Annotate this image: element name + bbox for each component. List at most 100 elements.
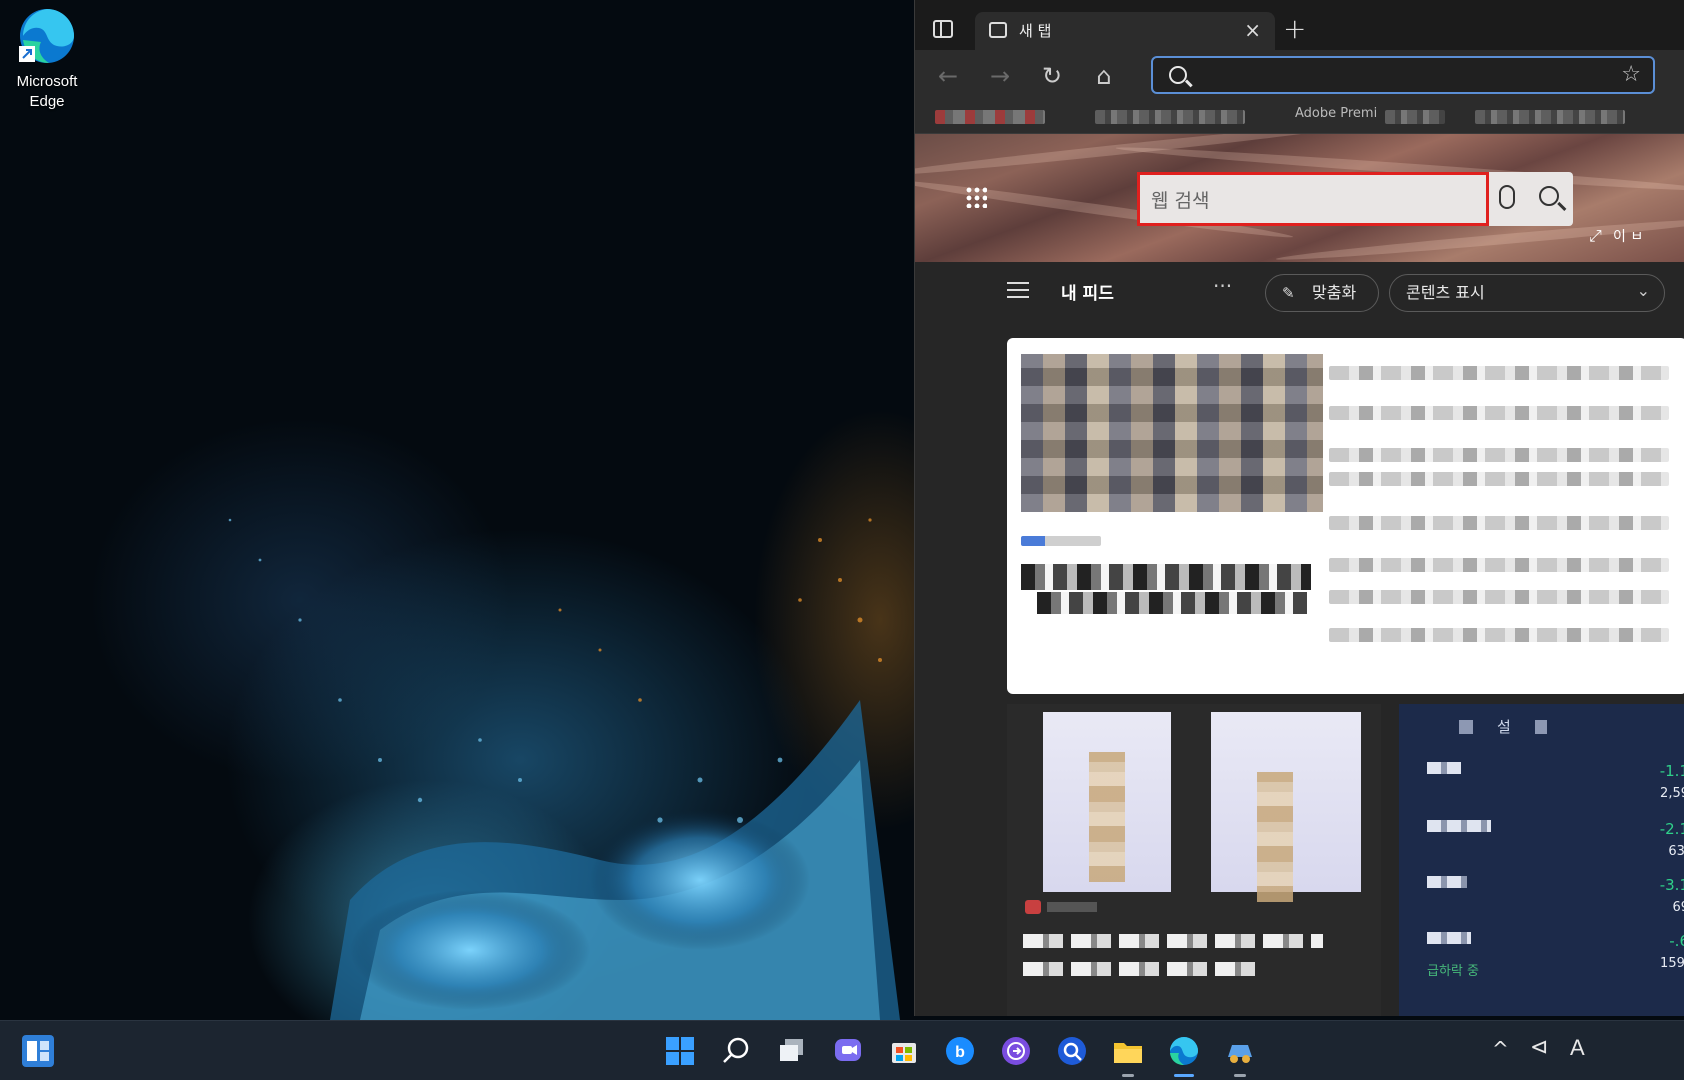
app-button[interactable] bbox=[996, 1031, 1036, 1071]
start-icon bbox=[666, 1037, 694, 1065]
tab-new-tab[interactable]: 새 탭 × bbox=[975, 12, 1275, 50]
news-source bbox=[1047, 902, 1097, 912]
content-display-label: 콘텐츠 표시 bbox=[1406, 283, 1485, 302]
forward-button[interactable]: → bbox=[985, 62, 1015, 90]
chat-button[interactable] bbox=[828, 1031, 868, 1071]
desktop-icon-edge[interactable]: Microsoft Edge bbox=[10, 6, 84, 112]
bookmark-item-adobe[interactable]: Adobe Premi bbox=[1295, 106, 1377, 121]
task-view-icon bbox=[780, 1039, 803, 1061]
news-photo bbox=[1211, 712, 1361, 902]
ticker-name bbox=[1427, 820, 1491, 832]
news-text-line bbox=[1329, 406, 1669, 420]
news-headline bbox=[1023, 962, 1263, 976]
news-feed: 설 -1.1 2,59 -2.1 63, -3.1 69 -.6 급하락 중 bbox=[915, 326, 1684, 1016]
home-button[interactable]: ⌂ bbox=[1089, 62, 1119, 90]
market-change: -3.1 bbox=[1659, 876, 1684, 894]
star-plus-icon[interactable]: ☆ bbox=[1621, 62, 1641, 87]
tab-bar: 새 탭 × + bbox=[915, 0, 1684, 50]
bing-icon: b bbox=[946, 1037, 974, 1065]
bing-button[interactable]: b bbox=[940, 1031, 980, 1071]
news-photo bbox=[1043, 712, 1171, 892]
new-tab-button[interactable]: + bbox=[1283, 12, 1306, 45]
app-launcher-icon[interactable] bbox=[965, 186, 987, 208]
edge-taskbar-button[interactable] bbox=[1164, 1031, 1204, 1077]
feed-title[interactable]: 내 피드 bbox=[1061, 279, 1114, 304]
search-icon[interactable] bbox=[1539, 186, 1559, 206]
search-icon bbox=[1169, 66, 1187, 84]
store-icon bbox=[892, 1043, 916, 1063]
favorites-bar: Adobe Premi bbox=[915, 100, 1684, 134]
address-input[interactable] bbox=[1201, 64, 1581, 88]
app-icon bbox=[1002, 1037, 1030, 1065]
pencil-icon: ✎ bbox=[1282, 284, 1295, 302]
start-button[interactable] bbox=[660, 1031, 700, 1071]
news-headline bbox=[1037, 592, 1307, 614]
web-search-placeholder: 웹 검색 bbox=[1151, 190, 1210, 212]
search-button[interactable] bbox=[716, 1031, 756, 1071]
market-row[interactable]: -1.1 2,59 bbox=[1427, 762, 1684, 816]
market-value: 63, bbox=[1668, 844, 1684, 859]
menu-icon[interactable] bbox=[1007, 282, 1029, 298]
file-explorer-button[interactable] bbox=[1108, 1031, 1148, 1077]
task-view-button[interactable] bbox=[772, 1031, 812, 1071]
ticker-name bbox=[1427, 932, 1471, 944]
news-headline bbox=[1021, 564, 1311, 590]
wallpaper-splash bbox=[228, 518, 900, 1020]
market-change: -1.1 bbox=[1659, 762, 1684, 780]
market-value: 2,59 bbox=[1660, 786, 1684, 801]
news-source bbox=[1021, 536, 1101, 546]
svg-text:b: b bbox=[955, 1044, 965, 1061]
show-hidden-icons-button[interactable]: ^ bbox=[1492, 1037, 1509, 1061]
personalize-button[interactable]: ✎ 맞춤화 bbox=[1265, 274, 1379, 312]
new-tab-page-icon bbox=[989, 22, 1007, 38]
file-explorer-icon bbox=[1114, 1043, 1142, 1063]
news-thumbnail bbox=[1021, 354, 1323, 512]
app-button-2[interactable] bbox=[1220, 1031, 1260, 1077]
chat-icon bbox=[835, 1039, 861, 1061]
widgets-icon[interactable] bbox=[22, 1035, 54, 1067]
bookmark-item[interactable] bbox=[1385, 110, 1445, 124]
search-app-button[interactable] bbox=[1052, 1031, 1092, 1071]
web-search-box[interactable]: 웹 검색 bbox=[1137, 172, 1573, 226]
market-row[interactable]: -2.1 63, bbox=[1427, 820, 1684, 874]
market-card[interactable]: 설 -1.1 2,59 -2.1 63, -3.1 69 -.6 급하락 중 bbox=[1399, 704, 1684, 1016]
search-icon bbox=[723, 1037, 749, 1063]
bookmark-item[interactable] bbox=[1475, 110, 1625, 124]
market-row[interactable]: -3.1 69 bbox=[1427, 876, 1684, 930]
refresh-button[interactable]: ↻ bbox=[1037, 62, 1067, 90]
market-change: -2.1 bbox=[1659, 820, 1684, 838]
taskbar: b ^ ⊲ A bbox=[0, 1020, 1684, 1080]
close-tab-icon[interactable]: × bbox=[1244, 18, 1261, 42]
content-display-dropdown[interactable]: 콘텐츠 표시 ⌄ bbox=[1389, 274, 1665, 312]
store-button[interactable] bbox=[884, 1031, 924, 1071]
news-source-icon bbox=[1025, 900, 1041, 914]
ticker-name bbox=[1427, 762, 1461, 774]
expand-label[interactable]: 이 ㅂ bbox=[1613, 226, 1643, 246]
bookmark-item[interactable] bbox=[935, 110, 1045, 124]
ticker-name bbox=[1427, 876, 1467, 888]
browser-toolbar: ← → ↻ ⌂ ☆ bbox=[915, 50, 1684, 100]
app-icon-2 bbox=[1228, 1045, 1252, 1063]
market-value: 159, bbox=[1660, 956, 1684, 971]
market-status: 급하락 중 bbox=[1427, 964, 1479, 979]
market-row[interactable]: -.6 급하락 중 159, bbox=[1427, 932, 1684, 986]
market-header-mark bbox=[1459, 720, 1473, 734]
market-card-title: 설 bbox=[1497, 718, 1511, 736]
bookmark-item[interactable] bbox=[1095, 110, 1245, 124]
address-bar[interactable]: ☆ bbox=[1151, 56, 1655, 94]
ntp-background-image: 웹 검색 ⤢ 이 ㅂ bbox=[915, 134, 1684, 262]
more-options-button[interactable]: ··· bbox=[1213, 274, 1232, 298]
search-app-icon bbox=[1058, 1037, 1086, 1065]
news-text-line bbox=[1329, 558, 1669, 572]
news-card-featured[interactable] bbox=[1007, 338, 1684, 694]
input-language-indicator[interactable]: A bbox=[1570, 1035, 1585, 1061]
news-text-line bbox=[1329, 366, 1669, 380]
edge-browser-window: 새 탭 × + ← → ↻ ⌂ ☆ Adobe Premi 웹 검색 ⤢ 이 ㅂ… bbox=[914, 0, 1684, 1016]
news-card-secondary[interactable] bbox=[1007, 704, 1381, 1016]
microphone-icon[interactable] bbox=[1499, 185, 1515, 209]
expand-icon[interactable]: ⤢ bbox=[1589, 226, 1602, 246]
running-indicator bbox=[1122, 1074, 1134, 1077]
back-button[interactable]: ← bbox=[933, 62, 963, 90]
tab-actions-icon[interactable] bbox=[933, 20, 953, 38]
location-icon[interactable]: ⊲ bbox=[1530, 1035, 1548, 1060]
